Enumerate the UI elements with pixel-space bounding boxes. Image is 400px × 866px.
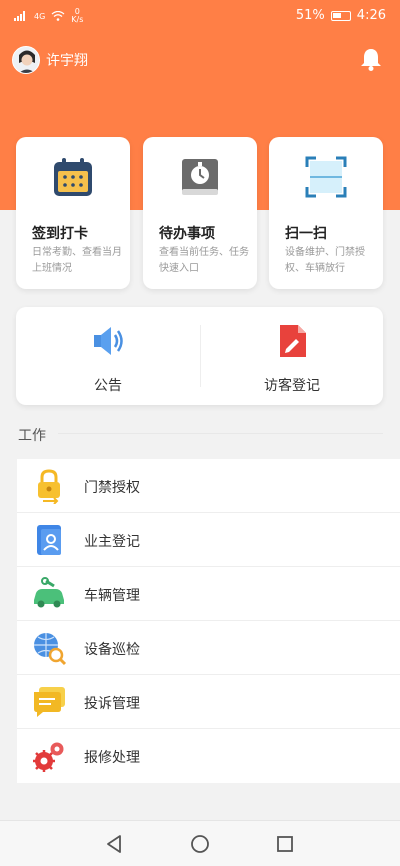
card-title: 签到打卡 xyxy=(32,226,88,242)
user-card-icon xyxy=(37,525,61,555)
battery-icon xyxy=(330,10,351,21)
net-type: 4G xyxy=(34,11,46,21)
user-profile[interactable]: 许宇翔 xyxy=(12,46,88,74)
list-item-vehicle-management[interactable]: 车辆管理 xyxy=(17,567,400,621)
clock: 4:26 xyxy=(356,8,386,23)
network-speed: 0 K/s xyxy=(71,8,83,24)
status-right: 51% 4:26 xyxy=(296,8,386,23)
wifi-icon xyxy=(51,11,65,21)
card-desc: 日常考勤、查看当月上班情况 xyxy=(32,247,122,274)
list-item-label: 报修处理 xyxy=(84,750,140,766)
list-item-equipment-inspection[interactable]: 设备巡检 xyxy=(17,621,400,675)
work-list: 门禁授权 业主登记 车辆管理 设备巡检 投诉管理 报修处理 xyxy=(17,459,400,783)
user-name: 许宇翔 xyxy=(46,53,88,69)
signal-icon xyxy=(14,11,25,21)
card-title: 待办事项 xyxy=(159,226,215,242)
list-item-complaint-management[interactable]: 投诉管理 xyxy=(17,675,400,729)
quick-label: 访客登记 xyxy=(264,378,320,394)
card-title: 扫一扫 xyxy=(285,226,327,242)
scan-icon xyxy=(305,156,347,198)
globe-search-icon xyxy=(34,633,67,666)
card-scan[interactable]: 扫一扫 设备维护、门禁授权、车辆放行 xyxy=(269,137,383,289)
status-left: 4G 0 K/s xyxy=(14,8,83,24)
speaker-icon xyxy=(94,327,123,355)
calendar-icon xyxy=(54,158,92,196)
lock-icon xyxy=(38,469,60,504)
list-item-label: 投诉管理 xyxy=(84,696,140,712)
bell-icon[interactable] xyxy=(358,46,384,72)
home-circle-icon[interactable] xyxy=(189,833,211,855)
list-item-owner-registration[interactable]: 业主登记 xyxy=(17,513,400,567)
list-item-label: 设备巡检 xyxy=(84,642,140,658)
list-item-label: 车辆管理 xyxy=(84,588,140,604)
back-triangle-icon[interactable] xyxy=(103,833,125,855)
list-item-label: 门禁授权 xyxy=(84,480,140,496)
list-item-label: 业主登记 xyxy=(84,534,140,550)
document-pen-icon xyxy=(280,325,306,357)
quick-actions: 公告 访客登记 xyxy=(16,307,383,405)
avatar-image-icon xyxy=(13,47,39,73)
car-wrench-icon xyxy=(34,577,64,608)
card-check-in[interactable]: 签到打卡 日常考勤、查看当月上班情况 xyxy=(16,137,130,289)
list-item-access-control[interactable]: 门禁授权 xyxy=(17,459,400,513)
announcement-button[interactable]: 公告 xyxy=(16,307,200,405)
card-desc: 设备维护、门禁授权、车辆放行 xyxy=(285,247,365,274)
system-nav-bar xyxy=(0,820,400,866)
stopwatch-book-icon xyxy=(182,159,218,195)
section-title-work: 工作 xyxy=(18,428,46,444)
card-desc: 查看当前任务、任务快速入口 xyxy=(159,247,249,274)
gears-icon xyxy=(33,742,64,772)
status-bar: 4G 0 K/s 51% 4:26 xyxy=(0,0,400,34)
list-item-repair-handling[interactable]: 报修处理 xyxy=(17,729,400,783)
avatar[interactable] xyxy=(12,46,40,74)
quick-label: 公告 xyxy=(94,378,122,394)
card-todo[interactable]: 待办事项 查看当前任务、任务快速入口 xyxy=(143,137,257,289)
battery-percent: 51% xyxy=(295,8,325,23)
visitor-registration-button[interactable]: 访客登记 xyxy=(200,307,384,405)
recents-square-icon[interactable] xyxy=(274,833,296,855)
speed-unit: K/s xyxy=(71,15,84,24)
section-divider xyxy=(58,433,383,434)
chat-bubble-icon xyxy=(34,687,65,717)
